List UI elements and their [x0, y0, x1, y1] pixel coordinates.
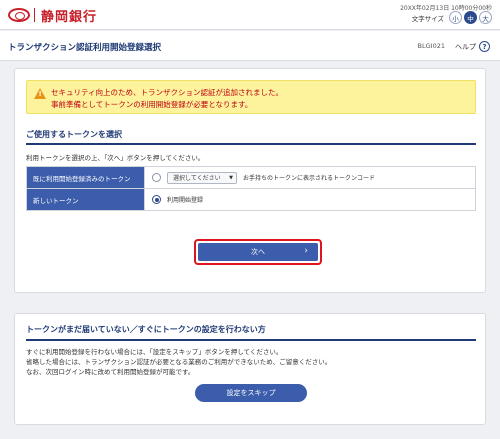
bank-name: 静岡銀行: [41, 9, 98, 25]
table-row: 新しいトークン 利用開始登録: [26, 188, 476, 211]
new-token-label: 新しいトークン: [26, 188, 145, 211]
app-header: 静岡銀行 20XX年02月13日 10時00分00秒 文字サイズ 小 中 大: [0, 0, 500, 30]
token-code-hint: お手持ちのトークンに表示されるトークンコード: [243, 175, 376, 182]
token-select-value: 選択してください: [173, 175, 221, 182]
help-icon: ?: [479, 41, 490, 52]
font-size-medium-button[interactable]: 中: [464, 11, 477, 24]
section-divider: [26, 339, 476, 341]
next-button[interactable]: 次へ ›: [198, 243, 318, 261]
token-options-table: 既に利用開始登録済みのトークン 選択してください ▼ お手持ちのトークンに表示さ…: [26, 166, 476, 211]
skip-section-title: トークンがまだ届いていない／すぐにトークンの設定を行わない方: [26, 325, 266, 334]
font-size-selector: 文字サイズ 小 中 大: [412, 11, 492, 24]
alert-message-line2: 事前準備としてトークンの利用開始登録が必要となります。: [51, 100, 253, 109]
skip-info-line3: なお、次回ログイン時に改めて利用開始登録が可能です。: [26, 368, 195, 376]
font-size-label: 文字サイズ: [411, 14, 444, 23]
bank-logo[interactable]: 静岡銀行: [8, 5, 97, 25]
token-selection-panel: ! セキュリティ向上のため、トランザクション認証が追加されました。 事前準備とし…: [14, 68, 486, 293]
chevron-down-icon: ▼: [229, 174, 233, 181]
next-button-highlight: 次へ ›: [194, 239, 322, 265]
skip-setup-panel: トークンがまだ届いていない／すぐにトークンの設定を行わない方 すぐに利用開始登録…: [14, 313, 486, 425]
font-size-small-button[interactable]: 小: [449, 11, 462, 24]
title-bar: トランザクション認証利用開始登録選択 BLGI021 ヘルプ ?: [0, 31, 500, 61]
chevron-right-icon: ›: [304, 246, 308, 256]
screen-id: BLGI021: [417, 42, 445, 50]
logo-divider: [34, 8, 35, 22]
new-token-radio[interactable]: [152, 195, 161, 204]
next-button-label: 次へ: [251, 248, 265, 256]
token-instruction: 利用トークンを選択の上、「次へ」ボタンを押してください。: [26, 154, 205, 162]
table-row: 既に利用開始登録済みのトークン 選択してください ▼ お手持ちのトークンに表示さ…: [26, 166, 476, 189]
page-title: トランザクション認証利用開始登録選択: [8, 43, 162, 53]
skip-setup-button[interactable]: 設定をスキップ: [195, 384, 307, 402]
alert-message-line1: セキュリティ向上のため、トランザクション認証が追加されました。: [51, 88, 284, 97]
token-select[interactable]: 選択してください ▼: [167, 171, 237, 184]
help-label: ヘルプ: [455, 42, 476, 51]
warning-icon: !: [34, 88, 46, 99]
new-token-option-text: 利用開始登録: [167, 197, 204, 204]
skip-info-line1: すぐに利用開始登録を行わない場合には、「設定をスキップ」ボタンを押してください。: [26, 348, 283, 356]
security-alert: ! セキュリティ向上のため、トランザクション認証が追加されました。 事前準備とし…: [26, 80, 476, 114]
skip-info-line2: 省略した場合には、トランザクション認証が必要となる業務のご利用ができないため、ご…: [26, 358, 332, 366]
existing-token-radio[interactable]: [152, 173, 161, 182]
section-divider: [26, 143, 476, 145]
help-link[interactable]: ヘルプ ?: [455, 41, 490, 52]
token-section-title: ご使用するトークンを選択: [26, 130, 122, 139]
bank-logo-mark-icon: [8, 8, 30, 22]
font-size-large-button[interactable]: 大: [479, 11, 492, 24]
existing-token-label: 既に利用開始登録済みのトークン: [26, 166, 145, 189]
